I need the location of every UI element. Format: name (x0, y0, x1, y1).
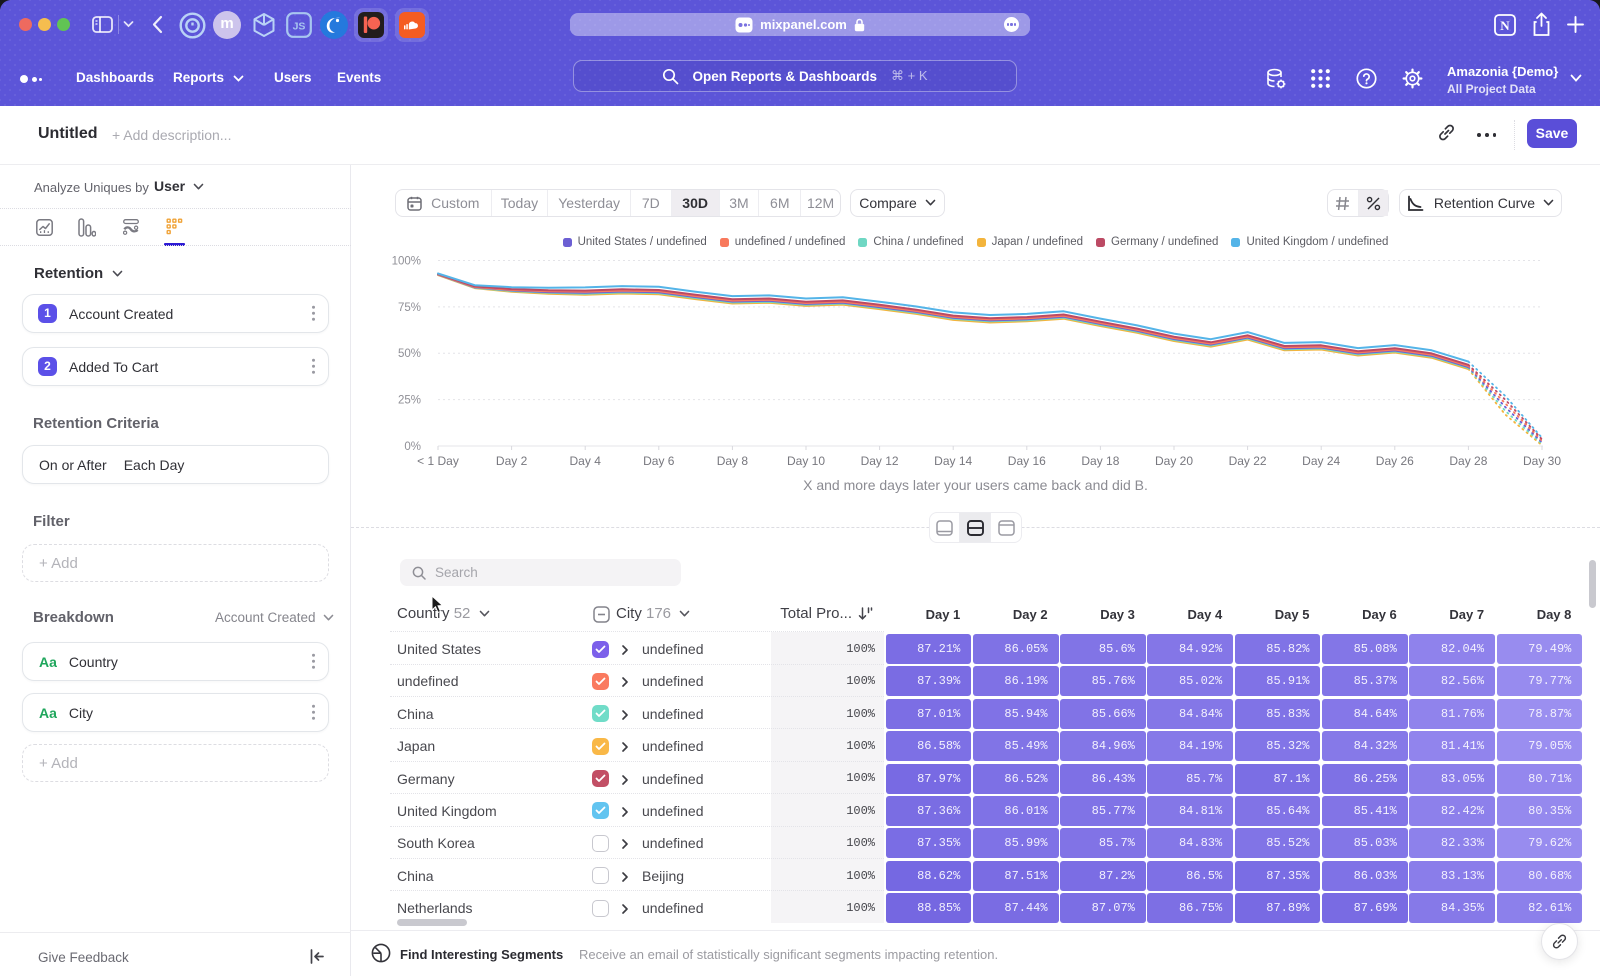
svg-text:Day 4: Day 4 (570, 454, 602, 468)
svg-text:Day 6: Day 6 (643, 454, 675, 468)
svg-text:Day 18: Day 18 (1081, 454, 1119, 468)
svg-text:0%: 0% (404, 441, 421, 453)
svg-text:N: N (1500, 18, 1510, 33)
svg-text:Day 8: Day 8 (717, 454, 749, 468)
svg-text:Day 30: Day 30 (1523, 454, 1561, 468)
svg-text:Day 10: Day 10 (787, 454, 825, 468)
svg-text:25%: 25% (398, 395, 421, 407)
svg-text:Day 2: Day 2 (496, 454, 528, 468)
svg-text:Day 14: Day 14 (934, 454, 972, 468)
svg-text:100%: 100% (392, 256, 421, 268)
svg-text:Day 28: Day 28 (1449, 454, 1487, 468)
svg-text:JS: JS (293, 21, 306, 33)
svg-text:Day 22: Day 22 (1229, 454, 1267, 468)
svg-text:Day 20: Day 20 (1155, 454, 1193, 468)
svg-text:Day 12: Day 12 (861, 454, 899, 468)
svg-text:50%: 50% (398, 348, 421, 360)
svg-text:Day 24: Day 24 (1302, 454, 1340, 468)
svg-text:Day 26: Day 26 (1376, 454, 1414, 468)
svg-text:75%: 75% (398, 302, 421, 314)
svg-text:< 1 Day: < 1 Day (417, 454, 459, 468)
svg-text:Day 16: Day 16 (1008, 454, 1046, 468)
